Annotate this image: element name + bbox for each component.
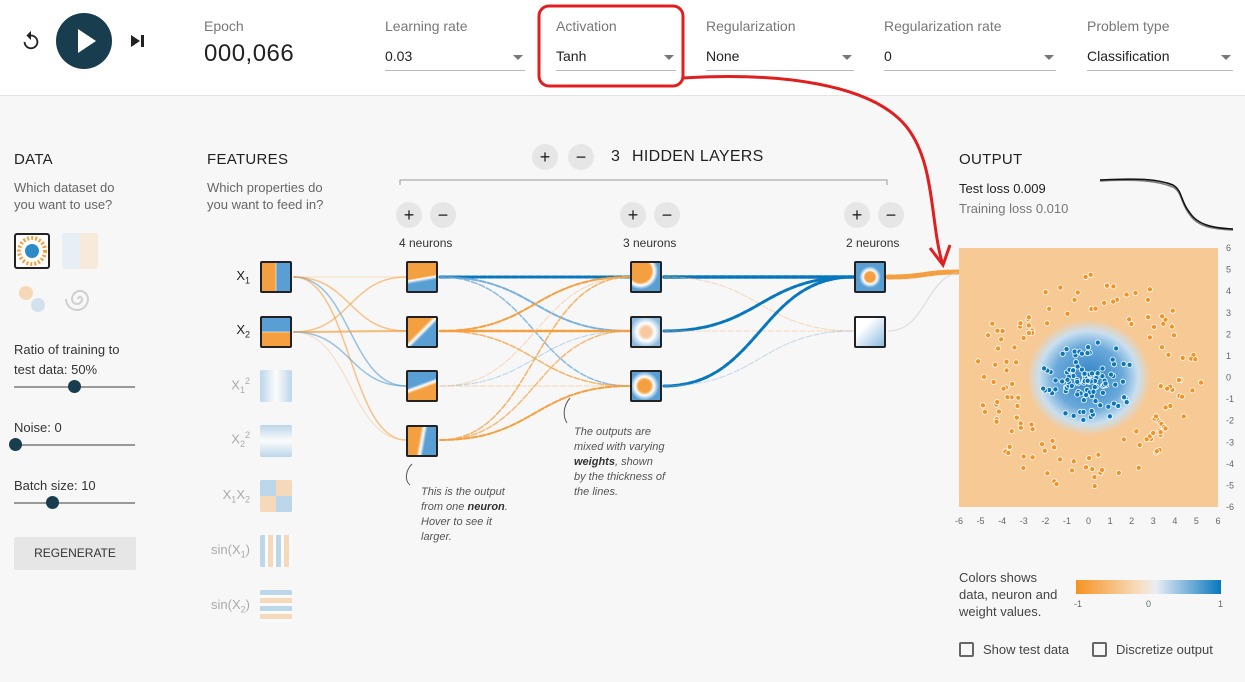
y-tick-label: -5: [1226, 480, 1234, 490]
test-loss-value: 0.009: [1013, 181, 1046, 196]
neuron-2-3[interactable]: [630, 370, 662, 402]
x-tick-label: 5: [1194, 516, 1199, 526]
test-loss: Test loss 0.009: [959, 180, 1046, 197]
neuron-2-1[interactable]: [630, 261, 662, 293]
loss-curve-sparkline: [1099, 178, 1234, 231]
layer3-remove-neuron-button[interactable]: −: [878, 202, 904, 228]
output-axes: -6 -5 -4 -3 -2 -1 0 1 2 3 4 5 6 6 5 4 3 2 1 0 -1 -2 -3 -4 -5 -6: [955, 243, 1234, 526]
x-tick-label: -1: [1063, 516, 1071, 526]
x-tick-label: -6: [955, 516, 963, 526]
show-test-data-label: Show test data: [983, 642, 1069, 657]
neuron-1-3[interactable]: [406, 370, 438, 402]
test-loss-label: Test loss: [959, 181, 1010, 196]
discretize-output-checkbox[interactable]: [1092, 642, 1107, 657]
neuron-1-1[interactable]: [406, 261, 438, 293]
discretize-output-label: Discretize output: [1116, 642, 1213, 657]
neuron-1-2[interactable]: [406, 316, 438, 348]
legend-mid-label: 0: [1146, 599, 1152, 609]
x-tick-label: -2: [1041, 516, 1049, 526]
show-test-data-checkbox[interactable]: [959, 642, 974, 657]
y-tick-label: 3: [1226, 308, 1231, 318]
layer3-add-neuron-button[interactable]: +: [844, 202, 870, 228]
y-tick-label: 1: [1226, 351, 1231, 361]
neuron-annotation: This is the output from one neuron. Hove…: [421, 485, 531, 545]
weights-annotation-line-1: The outputs are: [574, 426, 652, 438]
legend-max-label: 1: [1218, 599, 1224, 609]
y-tick-label: -2: [1226, 416, 1234, 426]
x-tick-label: 6: [1215, 516, 1220, 526]
y-tick-label: 4: [1226, 286, 1231, 296]
y-tick-label: 2: [1226, 329, 1231, 339]
layer2-remove-neuron-button[interactable]: −: [654, 202, 680, 228]
neuron-annotation-line-1: This is the output: [421, 486, 505, 498]
neuron-1-4[interactable]: [406, 425, 438, 457]
x-tick-label: 3: [1151, 516, 1156, 526]
legend-text-line-3: weight values.: [959, 604, 1042, 619]
neuron-annotation-line-4: larger.: [421, 531, 452, 543]
layer2-neuron-count: 3 neurons: [623, 236, 677, 250]
x-tick-label: -4: [998, 516, 1006, 526]
color-legend-bar: [1076, 580, 1221, 594]
y-tick-label: 5: [1226, 265, 1231, 275]
training-loss-value: 0.010: [1035, 201, 1069, 216]
layer1-add-neuron-button[interactable]: +: [396, 202, 422, 228]
legend-min-label: -1: [1074, 599, 1083, 609]
weights-annotation-line-2: mixed with varying: [574, 441, 665, 453]
activation-highlight-box: [537, 4, 685, 88]
x-tick-label: 1: [1108, 516, 1113, 526]
weights-annotation: The outputs are mixed with varying weigh…: [574, 425, 684, 500]
legend-text-line-1: Colors shows: [959, 570, 1038, 585]
layer2-add-neuron-button[interactable]: +: [620, 202, 646, 228]
layer3-neuron-count: 2 neurons: [846, 236, 900, 250]
layer1-neuron-count: 4 neurons: [399, 236, 453, 250]
y-tick-label: -4: [1226, 459, 1234, 469]
legend-text: Colors shows data, neuron and weight val…: [959, 569, 1057, 620]
y-tick-label: -1: [1226, 394, 1234, 404]
output-title: OUTPUT: [959, 151, 1023, 168]
y-tick-label: -3: [1226, 437, 1234, 447]
x-tick-label: -3: [1020, 516, 1028, 526]
y-tick-label: -6: [1226, 502, 1234, 512]
neuron-3-1[interactable]: [854, 261, 886, 293]
weights-annotation-line-5: the lines.: [574, 486, 619, 498]
x-tick-label: -5: [977, 516, 985, 526]
x-tick-label: 4: [1172, 516, 1177, 526]
neuron-3-2[interactable]: [854, 316, 886, 348]
neuron-annotation-line-3: Hover to see it: [421, 516, 492, 528]
x-tick-label: 2: [1129, 516, 1134, 526]
neuron-annotation-line-2: from one neuron.: [421, 501, 508, 513]
weights-annotation-bold: weights: [574, 456, 615, 468]
weights-annotation-text: , shown: [614, 456, 653, 468]
neuron-2-2[interactable]: [630, 316, 662, 348]
training-loss-label: Training loss: [959, 201, 1033, 216]
weights-annotation-line-3: weights, shown: [574, 455, 684, 470]
activation-highlight-arrow: [682, 75, 944, 263]
layer1-remove-neuron-button[interactable]: −: [430, 202, 456, 228]
training-loss: Training loss 0.010: [959, 200, 1068, 217]
y-tick-label: 0: [1226, 373, 1231, 383]
neuron-annotation-text: from one: [421, 501, 465, 513]
x-tick-label: 0: [1086, 516, 1091, 526]
y-tick-label: 6: [1226, 243, 1231, 253]
weights-annotation-line-4: by the thickness of: [574, 471, 666, 483]
neuron-annotation-bold: neuron: [467, 501, 505, 513]
legend-text-line-2: data, neuron and: [959, 587, 1058, 602]
